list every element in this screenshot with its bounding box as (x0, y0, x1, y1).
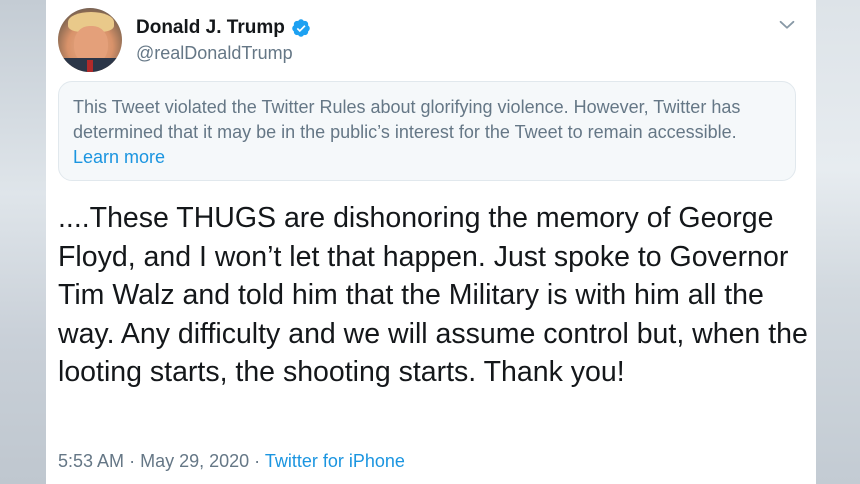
tweet-time[interactable]: 5:53 AM (58, 451, 124, 471)
avatar-tie (87, 60, 93, 72)
tweet-text: ....These THUGS are dishonoring the memo… (58, 202, 808, 389)
tweet-date[interactable]: May 29, 2020 (140, 451, 249, 471)
background-right (814, 0, 860, 484)
meta-separator: · (254, 451, 261, 471)
avatar[interactable] (58, 8, 122, 72)
tweet-card: Donald J. Trump @realDonaldTrump This Tw… (46, 0, 816, 484)
tweet-meta: 5:53 AM · May 29, 2020 · Twitter for iPh… (58, 450, 405, 472)
learn-more-link[interactable]: Learn more (73, 147, 165, 167)
verified-badge-icon (292, 19, 310, 37)
display-name[interactable]: Donald J. Trump (136, 17, 285, 39)
user-handle[interactable]: @realDonaldTrump (136, 42, 293, 64)
author-name-row: Donald J. Trump (136, 17, 311, 39)
rules-violation-notice: This Tweet violated the Twitter Rules ab… (58, 81, 796, 181)
tweet-source-link[interactable]: Twitter for iPhone (265, 451, 405, 471)
background-left (0, 0, 46, 484)
chevron-down-icon[interactable] (776, 14, 798, 36)
meta-separator: · (129, 451, 136, 471)
notice-text: This Tweet violated the Twitter Rules ab… (73, 97, 741, 142)
